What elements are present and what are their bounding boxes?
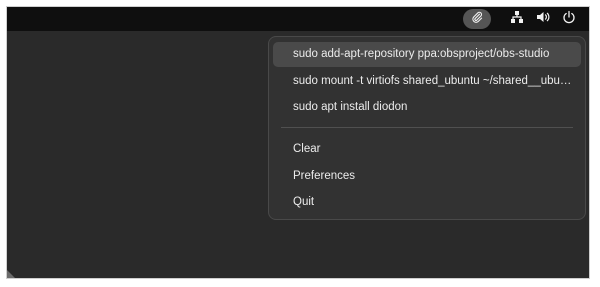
history-item-3[interactable]: sudo apt install diodon <box>273 95 581 120</box>
system-tray <box>463 9 579 29</box>
quit-menu-item[interactable]: Quit <box>273 190 581 215</box>
menu-separator <box>281 127 573 128</box>
volume-button[interactable] <box>533 9 553 29</box>
history-item-1[interactable]: sudo add-apt-repository ppa:obsproject/o… <box>273 42 581 67</box>
network-button[interactable] <box>507 9 527 29</box>
clear-menu-item[interactable]: Clear <box>273 137 581 162</box>
clipboard-menu: sudo add-apt-repository ppa:obsproject/o… <box>268 36 586 220</box>
power-icon <box>562 10 576 29</box>
preferences-menu-item[interactable]: Preferences <box>273 164 581 189</box>
clipboard-indicator-button[interactable] <box>463 9 491 29</box>
history-item-2[interactable]: sudo mount -t virtiofs shared_ubuntu ~/s… <box>273 69 581 94</box>
desktop-screen: sudo add-apt-repository ppa:obsproject/o… <box>6 6 590 279</box>
power-button[interactable] <box>559 9 579 29</box>
resize-corner <box>7 270 15 278</box>
top-bar <box>7 7 589 31</box>
speaker-icon <box>536 10 550 29</box>
network-icon <box>510 10 524 29</box>
paperclip-icon <box>471 10 483 28</box>
